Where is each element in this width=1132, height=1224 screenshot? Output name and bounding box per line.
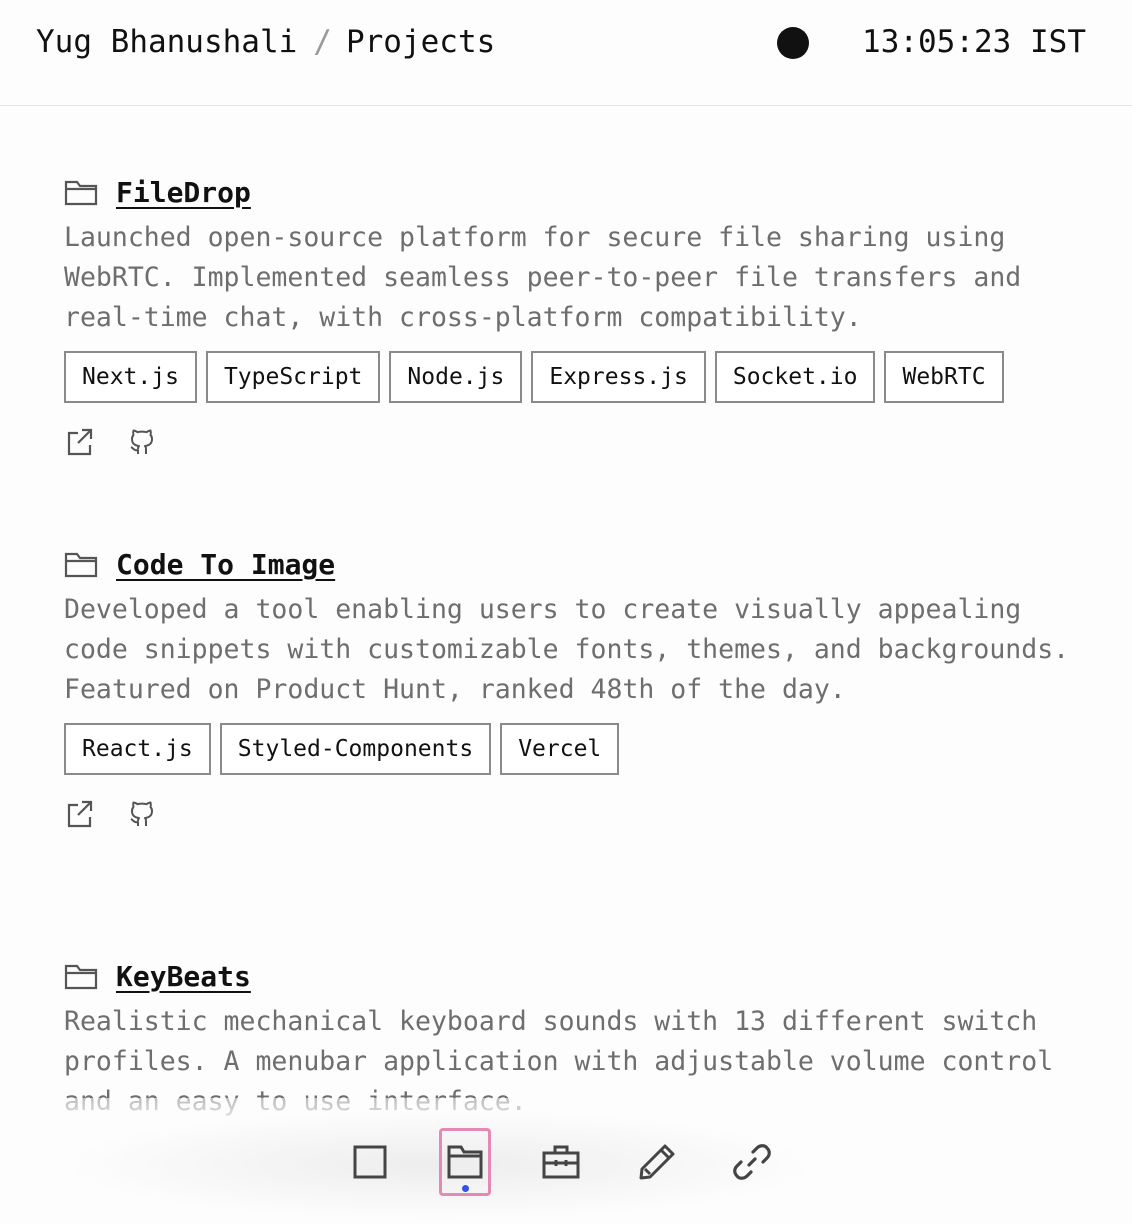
folder-icon (64, 552, 98, 578)
project-description: Launched open-source platform for secure… (64, 222, 1022, 333)
project-title[interactable]: FileDrop (116, 176, 251, 209)
breadcrumb-owner[interactable]: Yug Bhanushali (36, 24, 297, 60)
project-card: FileDrop Launched open-source platform f… (64, 172, 1074, 457)
project-title[interactable]: KeyBeats (116, 960, 251, 993)
clock: 13:05:23 IST (862, 24, 1086, 60)
dock-blog-button[interactable] (631, 1128, 683, 1196)
folder-icon (64, 180, 98, 206)
tech-tag: WebRTC (884, 351, 1004, 403)
home-square-icon (353, 1145, 387, 1179)
project-card: Code To Image Developed a tool enabling … (64, 544, 1074, 829)
tag-list: React.js Styled-Components Vercel (64, 723, 1074, 775)
active-indicator (461, 1185, 469, 1192)
breadcrumb: Yug Bhanushali / Projects (36, 22, 495, 62)
breadcrumb-separator: / (313, 24, 332, 60)
dock-nav (340, 1128, 790, 1200)
tech-tag: React.js (64, 723, 211, 775)
folder-icon (447, 1145, 483, 1179)
external-link-icon[interactable] (66, 427, 94, 457)
dock-home-button[interactable] (344, 1128, 396, 1196)
tech-tag: Next.js (64, 351, 197, 403)
github-icon[interactable] (128, 427, 156, 457)
external-link-icon[interactable] (66, 799, 94, 829)
project-description: Developed a tool enabling users to creat… (64, 594, 1070, 705)
breadcrumb-current: Projects (345, 24, 496, 60)
project-links (64, 799, 1074, 829)
dock-links-button[interactable] (726, 1128, 778, 1196)
pencil-icon (639, 1144, 675, 1180)
status-dot (777, 27, 809, 59)
github-icon[interactable] (128, 799, 156, 829)
tech-tag: Socket.io (714, 351, 876, 403)
link-icon (733, 1144, 771, 1180)
folder-icon (64, 964, 98, 990)
project-title[interactable]: Code To Image (116, 548, 335, 581)
tech-tag: Vercel (500, 723, 620, 775)
tech-tag: Node.js (389, 351, 523, 403)
tech-tag: Express.js (531, 351, 706, 403)
briefcase-icon (542, 1145, 580, 1179)
top-bar: Yug Bhanushali / Projects 13:05:23 IST (0, 0, 1132, 106)
dock-work-button[interactable] (535, 1128, 587, 1196)
dock-projects-button[interactable] (439, 1128, 491, 1196)
project-links (64, 427, 1074, 457)
tech-tag: Styled-Components (219, 723, 492, 775)
tag-list: Next.js TypeScript Node.js Express.js So… (64, 351, 1074, 403)
tech-tag: TypeScript (205, 351, 381, 403)
